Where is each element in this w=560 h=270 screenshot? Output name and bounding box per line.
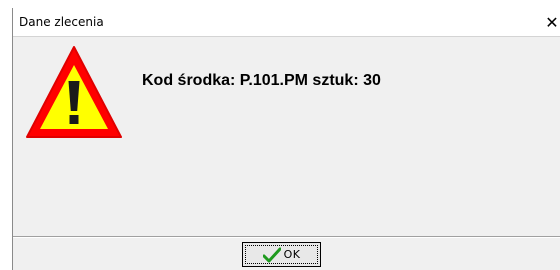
dialog-content: Kod środka: P.101.PM sztuk: 30 (13, 38, 560, 236)
title-bar[interactable]: Dane zlecenia ✕ (13, 8, 560, 37)
ok-button-label: OK (283, 248, 301, 261)
close-icon[interactable]: ✕ (544, 8, 560, 37)
checkmark-icon (262, 247, 281, 262)
button-bar: OK (13, 236, 560, 270)
ok-button[interactable]: OK (242, 242, 321, 267)
dialog-title: Dane zlecenia (19, 15, 104, 29)
message-text: Kod środka: P.101.PM sztuk: 30 (142, 72, 381, 89)
background-window-edge (0, 0, 12, 270)
warning-icon (26, 46, 122, 138)
message-dialog: Dane zlecenia ✕ Kod środka: P.101.PM szt… (12, 8, 560, 270)
